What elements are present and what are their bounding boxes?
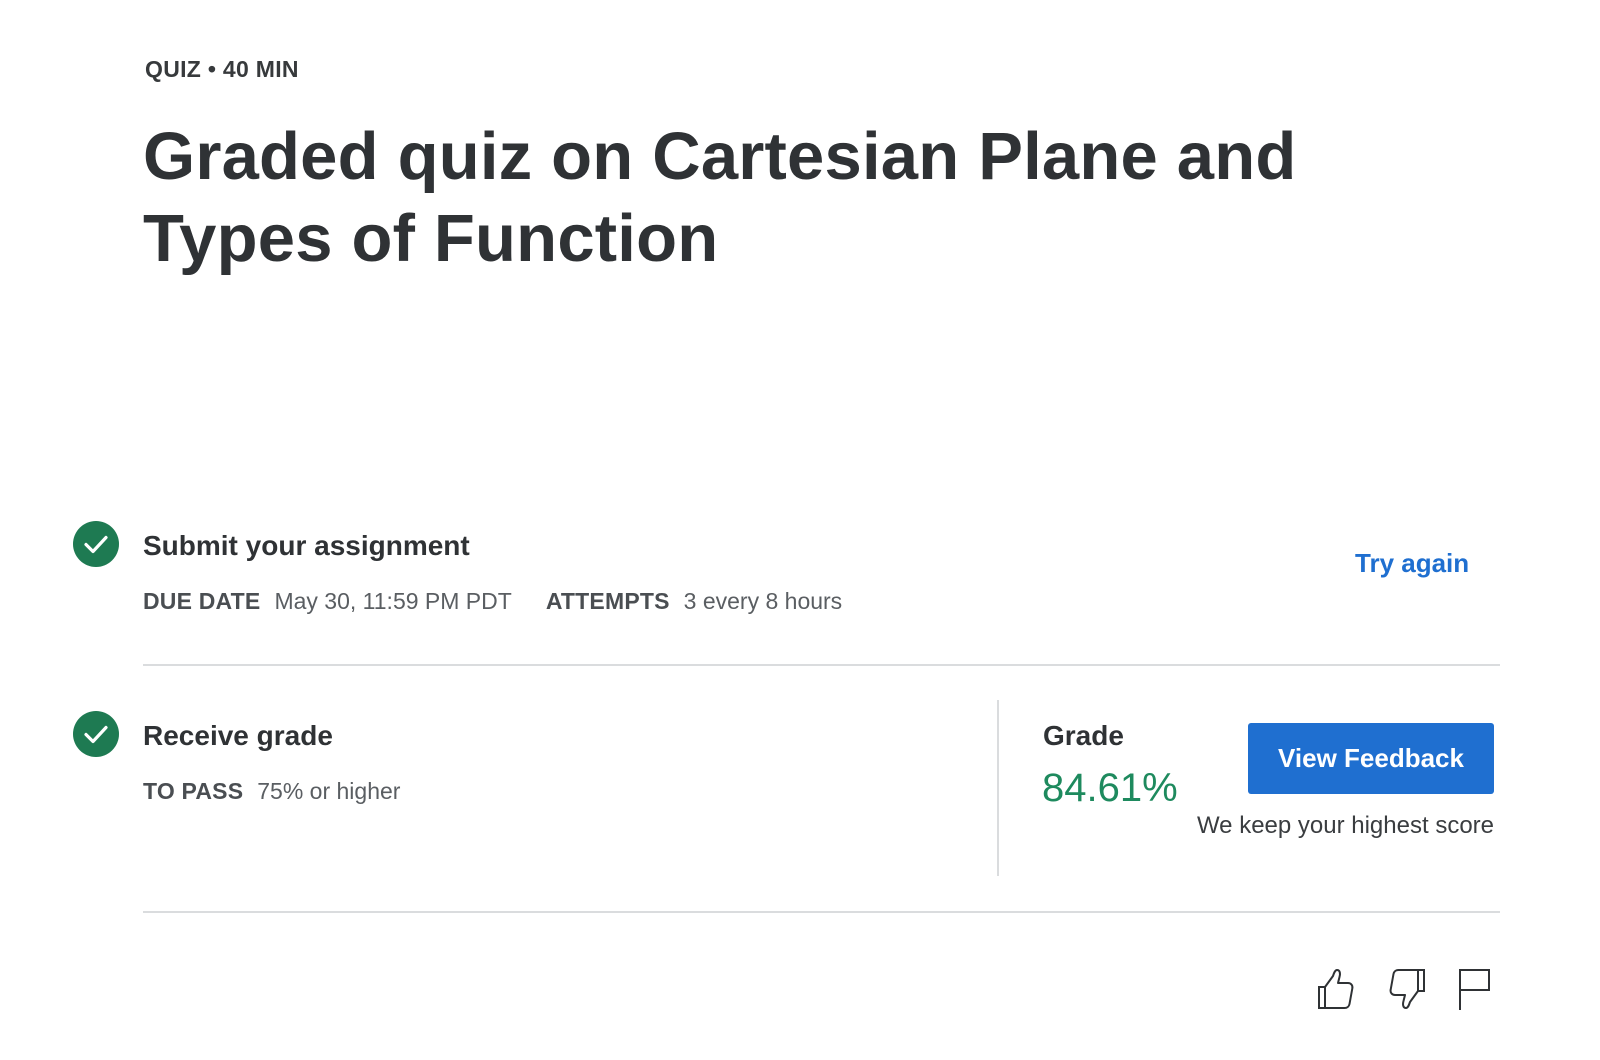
- divider-top: [143, 664, 1500, 666]
- submit-step-title: Submit your assignment: [143, 530, 470, 561]
- submit-details: DUE DATE May 30, 11:59 PM PDT ATTEMPTS 3 ev…: [143, 588, 842, 615]
- grade-divider: [997, 700, 999, 876]
- due-date-label: DUE DATE: [143, 588, 261, 614]
- flag-icon[interactable]: [1456, 966, 1500, 1012]
- try-again-link[interactable]: Try again: [1355, 548, 1469, 579]
- to-pass-value: 75% or higher: [257, 778, 401, 804]
- submit-check-icon: [73, 521, 119, 567]
- pass-details: TO PASS 75% or higher: [143, 778, 400, 805]
- thumbs-down-icon[interactable]: [1386, 966, 1430, 1012]
- divider-bottom: [143, 911, 1500, 913]
- highest-score-note: We keep your highest score: [1196, 812, 1494, 839]
- grade-step-title: Receive grade: [143, 720, 333, 751]
- grade-label: Grade: [1043, 720, 1124, 751]
- thumbs-up-icon[interactable]: [1313, 966, 1357, 1012]
- page-title: Graded quiz on Cartesian Plane and Types…: [143, 119, 1297, 276]
- attempts-value: 3 every 8 hours: [683, 588, 843, 614]
- due-date-value: May 30, 11:59 PM PDT: [274, 588, 512, 614]
- grade-check-icon: [73, 711, 119, 757]
- grade-value: 84.61%: [1042, 766, 1178, 810]
- attempts-label: ATTEMPTS: [545, 588, 670, 614]
- quiz-meta: QUIZ • 40 MIN: [145, 56, 299, 82]
- view-feedback-button[interactable]: View Feedback: [1248, 723, 1494, 794]
- to-pass-label: TO PASS: [143, 778, 244, 804]
